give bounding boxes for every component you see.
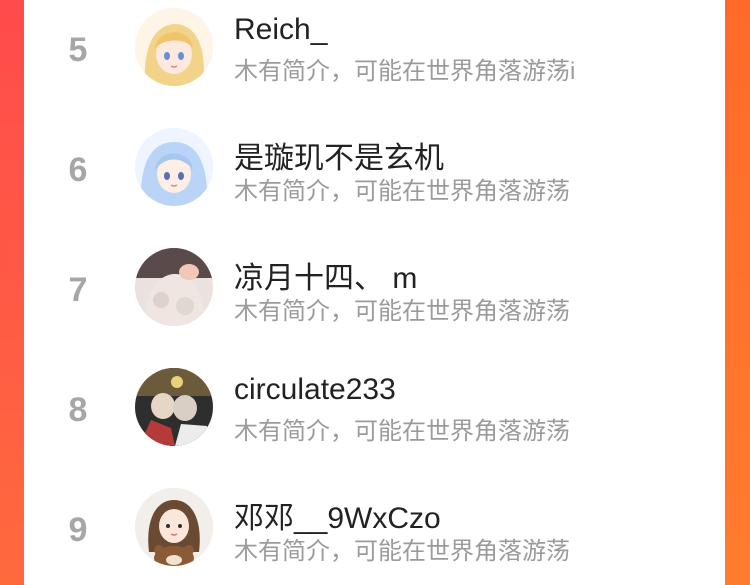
anime-girl-blonde-avatar-icon[interactable] bbox=[135, 8, 213, 86]
photo-person-fur-coat-avatar-icon[interactable] bbox=[135, 248, 213, 326]
ranking-row[interactable]: 9 邓邓__9WxCzo 木有简介，可能在世界角落游荡 bbox=[24, 468, 725, 585]
rank-number: 7 bbox=[68, 271, 88, 309]
user-bio: 木有简介，可能在世界角落游荡 bbox=[234, 298, 570, 325]
right-gradient-rail bbox=[725, 0, 750, 585]
rank-number: 5 bbox=[68, 31, 88, 69]
user-ranking-list: 5 Reich_ 木有简介，可能在世界角落游荡i 6 是璇玑不是玄机 木有简介，… bbox=[24, 0, 725, 585]
user-bio: 木有简介，可能在世界角落游荡i bbox=[234, 58, 576, 85]
leaderboard-card: 5 Reich_ 木有简介，可能在世界角落游荡i 6 是璇玑不是玄机 木有简介，… bbox=[24, 0, 725, 585]
rank-number: 9 bbox=[68, 511, 88, 549]
ranking-row[interactable]: 7 凉月十四、 m 木有简介，可能在世界角落游荡 bbox=[24, 228, 725, 348]
user-name[interactable]: Reich_ bbox=[234, 13, 327, 47]
user-bio: 木有简介，可能在世界角落游荡 bbox=[234, 178, 570, 205]
user-name[interactable]: circulate233 bbox=[234, 373, 396, 407]
leaderboard-screen: 5 Reich_ 木有简介，可能在世界角落游荡i 6 是璇玑不是玄机 木有简介，… bbox=[0, 0, 750, 585]
illustrated-girl-brown-bear-avatar-icon[interactable] bbox=[135, 488, 213, 566]
ranking-row[interactable]: 8 circulate233 木有简介，可能在世界角落游荡 bbox=[24, 348, 725, 468]
rank-number: 6 bbox=[68, 151, 88, 189]
ranking-row[interactable]: 6 是璇玑不是玄机 木有简介，可能在世界角落游荡 bbox=[24, 108, 725, 228]
user-bio: 木有简介，可能在世界角落游荡 bbox=[234, 418, 570, 445]
anime-girl-blue-hair-avatar-icon[interactable] bbox=[135, 128, 213, 206]
rank-number: 8 bbox=[68, 391, 88, 429]
user-bio: 木有简介，可能在世界角落游荡 bbox=[234, 538, 570, 565]
anime-two-characters-avatar-icon[interactable] bbox=[135, 368, 213, 446]
ranking-row[interactable]: 5 Reich_ 木有简介，可能在世界角落游荡i bbox=[24, 0, 725, 108]
